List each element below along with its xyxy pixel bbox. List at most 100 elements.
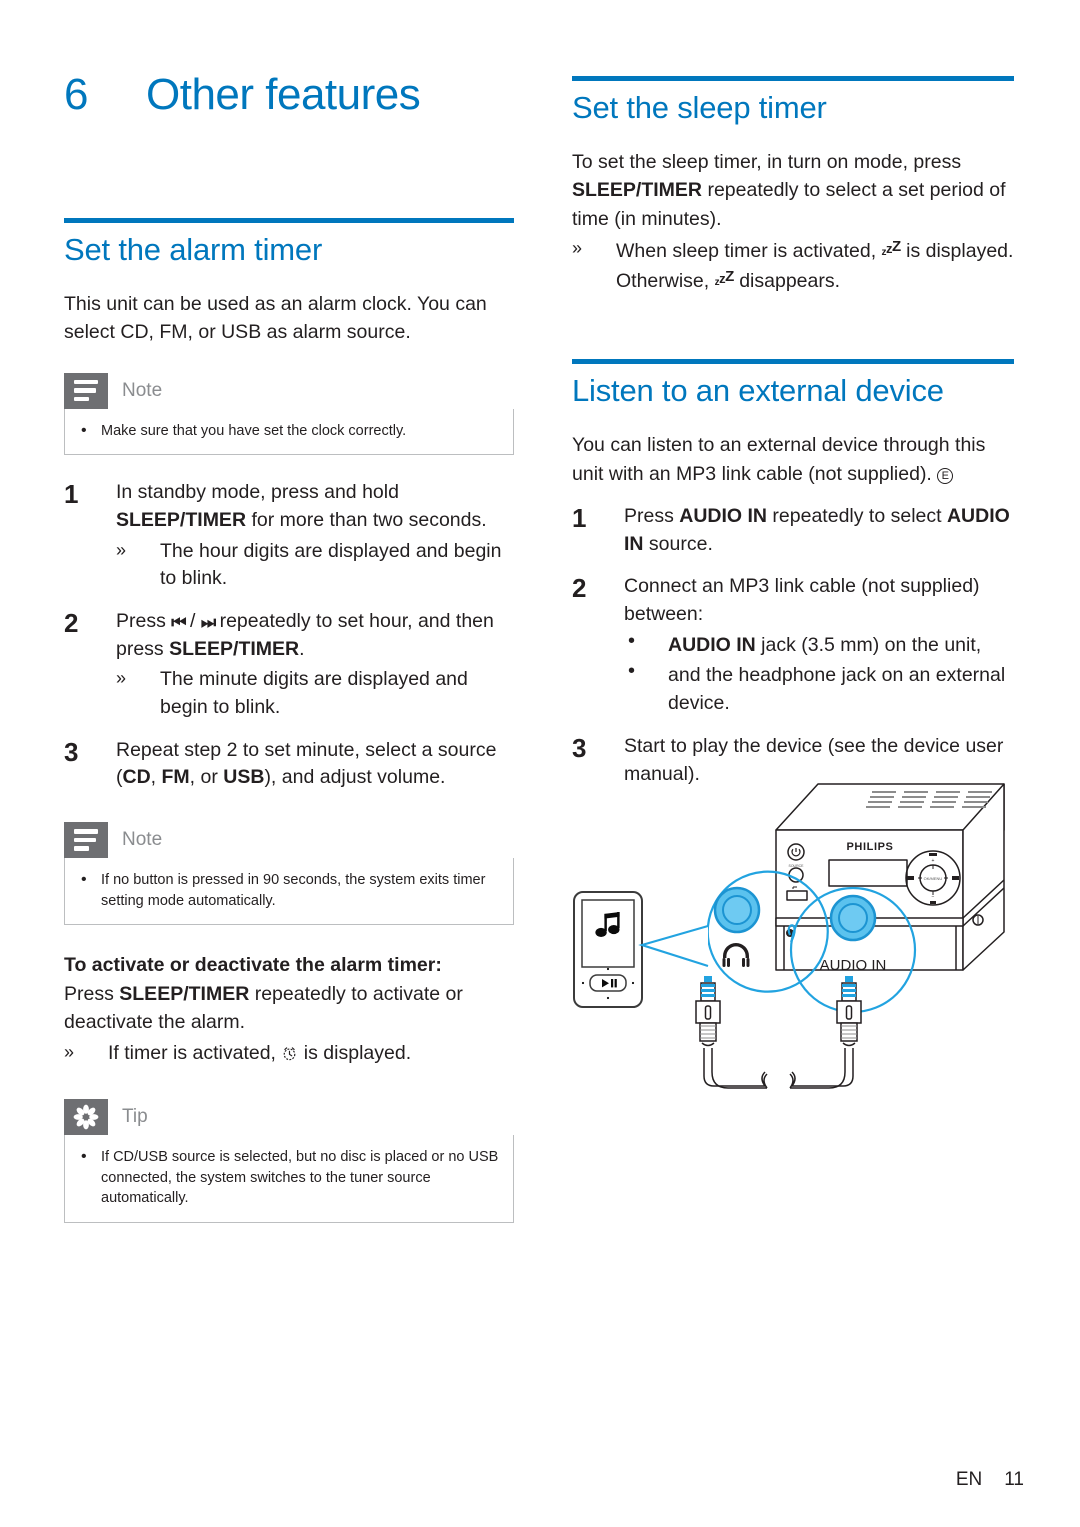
note-body: • If no button is pressed in 90 seconds, … xyxy=(64,858,514,926)
note-item: • Make sure that you have set the clock c… xyxy=(79,421,499,442)
cable-plug-right xyxy=(836,982,862,1047)
cable-plug-left xyxy=(695,982,721,1047)
activate-text: Press SLEEP/TIMER repeatedly to activate… xyxy=(64,982,463,1034)
section-rule xyxy=(64,218,514,223)
step-bullet-item: • AUDIO IN jack (3.5 mm) on the unit, xyxy=(628,629,982,656)
mp3-link-cable xyxy=(703,1048,854,1089)
note-callout-1: Note • Make sure that you have set the cl… xyxy=(64,372,514,456)
listen-body-text: You can listen to an external device thr… xyxy=(572,434,986,485)
step-number: 2 xyxy=(572,573,587,604)
activate-sub-item: » If timer is activated, is displayed. xyxy=(64,1040,514,1068)
step-bold: FM xyxy=(161,766,190,789)
headphone-icon xyxy=(722,943,750,967)
guillemet-icon: » xyxy=(572,238,583,259)
tip-callout: Tip • If CD/USB source is selected, but n… xyxy=(64,1099,514,1224)
step-number: 3 xyxy=(64,736,79,767)
section-heading-listen: Listen to an external device xyxy=(572,373,944,409)
note-lines-icon xyxy=(64,822,108,859)
chapter-number: 6 xyxy=(64,70,88,119)
step-sub-item: » The hour digits are displayed and begi… xyxy=(116,538,514,593)
note-tab: Note xyxy=(64,822,514,859)
step-sub-text: The minute digits are displayed and begi… xyxy=(160,668,468,718)
alarm-intro-text: This unit can be used as an alarm clock.… xyxy=(64,292,487,344)
svg-text:−: − xyxy=(932,894,935,900)
tip-tab: Tip xyxy=(64,1099,514,1136)
step-bold: TIMER xyxy=(185,508,247,531)
step-number: 2 xyxy=(64,607,79,638)
note-item: • If no button is pressed in 90 seconds, … xyxy=(81,871,486,909)
note-label: Note xyxy=(122,829,163,851)
footer-page-number: 11 xyxy=(1004,1469,1024,1490)
asterisk-icon xyxy=(64,1099,108,1136)
step-text: ), and adjust volume. xyxy=(264,766,446,789)
philips-logo: PHILIPS xyxy=(847,841,894,853)
step-bold: SLEEP/ xyxy=(116,508,186,531)
reference-mark-e: E xyxy=(937,467,954,484)
tip-label: Tip xyxy=(122,1106,148,1128)
section-heading-sleep: Set the sleep timer xyxy=(572,90,827,125)
section-rule xyxy=(572,359,1014,365)
audio-in-callout-socket xyxy=(829,894,877,942)
guillemet-icon: » xyxy=(116,668,127,689)
sleep-body-text: To set the sleep timer, in turn on mode,… xyxy=(572,150,1006,230)
bullet-icon: • xyxy=(628,629,636,652)
step-item: 3 Repeat step 2 to set minute, select a … xyxy=(64,737,514,792)
step-number: 1 xyxy=(572,503,587,533)
chapter-title: Other features xyxy=(146,70,421,119)
section-rule xyxy=(572,76,1014,81)
manual-page: 6 Other features Set the alarm timer This… xyxy=(0,0,1080,1527)
activate-sub-text: is displayed. xyxy=(298,1041,412,1064)
previous-track-icon: ⏮ xyxy=(171,612,186,632)
step-item: 2 Press ⏮ / ⏭ repeatedly to set hour, an… xyxy=(64,608,514,722)
step-text: , or xyxy=(189,766,224,789)
step-sub-item: » The minute digits are displayed and be… xyxy=(116,666,514,721)
right-column: Set the sleep timer To set the sleep tim… xyxy=(572,76,1014,788)
svg-text:+: + xyxy=(932,858,935,864)
step-text: Press xyxy=(116,609,172,632)
mp3-player xyxy=(573,891,643,1008)
audio-in-callout-label: AUDIO IN xyxy=(820,957,887,974)
step-bold: CD xyxy=(122,766,151,789)
step-text: for more than two seconds. xyxy=(246,508,487,531)
activate-block: To activate or deactivate the alarm time… xyxy=(64,951,514,1067)
display-panel xyxy=(828,859,908,887)
step-number: 1 xyxy=(64,479,79,510)
tip-item: • If CD/USB source is selected, but no di… xyxy=(81,1148,499,1207)
headphone-jack-callout-socket xyxy=(713,886,761,934)
bullet-icon: • xyxy=(81,871,87,889)
next-track-icon: ⏭ xyxy=(200,612,216,632)
step-sub-text: The hour digits are displayed and begin … xyxy=(160,539,502,590)
svg-text:OK/MENU: OK/MENU xyxy=(924,876,943,881)
alarm-steps-list: 1 In standby mode, press and hold SLEEP/… xyxy=(64,479,514,792)
step-bold: SLEEP/TIMER xyxy=(169,637,300,660)
mp3-screen xyxy=(581,899,635,968)
bullet-icon: • xyxy=(81,1148,87,1166)
bullet-icon: • xyxy=(628,660,636,683)
section-heading-alarm: Set the alarm timer xyxy=(64,232,323,267)
listen-steps-list: 1 Press AUDIO IN repeatedly to select AU… xyxy=(572,503,1014,788)
audio-in-connection-diagram: PHILIPS SOURCE OK/MENU + − AUDIO IN xyxy=(560,770,1030,1130)
page-footer: EN 11 xyxy=(956,1469,1024,1491)
left-column: Set the alarm timer This unit can be use… xyxy=(64,218,514,1224)
step-bold: USB xyxy=(223,766,265,789)
page-title: 6 Other features xyxy=(64,70,421,120)
tip-body: • If CD/USB source is selected, but no di… xyxy=(64,1135,514,1224)
footer-locale: EN xyxy=(955,1469,983,1490)
note-lines-icon xyxy=(64,372,108,409)
note-tab: Note xyxy=(64,372,514,409)
sleep-sub-item: » When sleep timer is activated, zzZ is … xyxy=(572,238,1014,292)
step-item: 1 In standby mode, press and hold SLEEP/… xyxy=(64,479,514,593)
activate-sub-text: If timer is activated, xyxy=(108,1041,282,1064)
note-callout-2: Note • If no button is pressed in 90 seco… xyxy=(64,822,514,926)
sleep-zzz-icon: zzZ xyxy=(881,238,902,259)
step-text: , xyxy=(150,766,162,789)
step-item: 2 Connect an MP3 link cable (not supplie… xyxy=(572,573,1014,717)
step-item: 1 Press AUDIO IN repeatedly to select AU… xyxy=(572,503,1014,558)
step-bullet-item: • and the headphone jack on an external … xyxy=(628,660,1006,715)
alarm-clock-icon xyxy=(284,1046,296,1060)
step-text: / xyxy=(184,609,201,632)
step-text: In standby mode, press and hold xyxy=(116,481,399,504)
sleep-zzz-icon: zzZ xyxy=(714,267,735,288)
activate-title: To activate or deactivate the alarm time… xyxy=(64,954,442,977)
step-text: . xyxy=(299,637,305,660)
